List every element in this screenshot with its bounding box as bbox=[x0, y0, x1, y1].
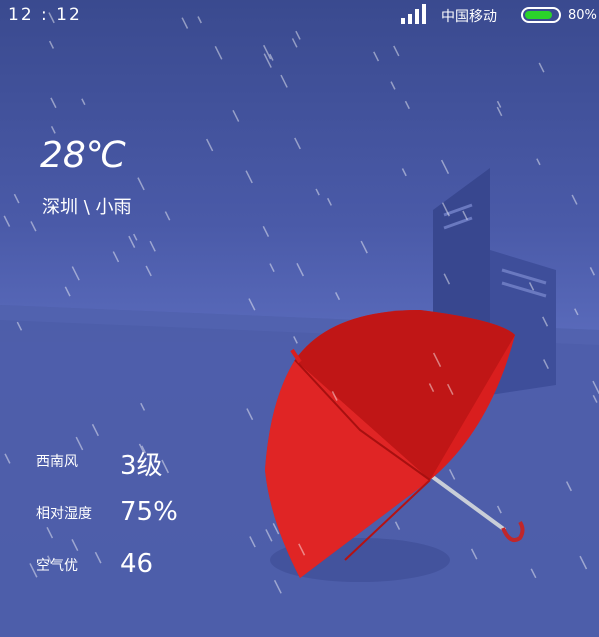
raindrop bbox=[149, 240, 156, 252]
raindrop bbox=[137, 177, 145, 191]
raindrop bbox=[574, 308, 579, 316]
weather-scene bbox=[0, 12, 599, 637]
raindrop bbox=[404, 100, 410, 110]
raindrop bbox=[164, 211, 171, 221]
raindrop bbox=[296, 262, 304, 277]
raindrop bbox=[291, 38, 298, 48]
raindrop bbox=[327, 197, 332, 206]
raindrop bbox=[401, 168, 407, 177]
raindrop bbox=[64, 286, 71, 297]
raindrop bbox=[536, 158, 541, 166]
raindrop bbox=[440, 159, 450, 175]
raindrop bbox=[133, 233, 138, 241]
air-quality-label: 空气优 bbox=[36, 558, 78, 574]
temperature: 28℃ bbox=[40, 135, 127, 176]
battery-percent: 80% bbox=[568, 8, 597, 23]
battery-icon bbox=[521, 7, 561, 23]
signal-icon bbox=[401, 4, 431, 24]
raindrop bbox=[335, 292, 341, 301]
status-bar: 12 : 12 中国移动 80% bbox=[0, 0, 599, 32]
raindrop bbox=[315, 188, 320, 196]
raindrop bbox=[496, 100, 502, 108]
wind-value: 3级 bbox=[120, 451, 163, 481]
raindrop bbox=[3, 215, 11, 227]
humidity-label: 相对湿度 bbox=[36, 506, 92, 522]
raindrop bbox=[50, 97, 57, 109]
raindrop bbox=[81, 98, 86, 106]
raindrop bbox=[589, 267, 595, 276]
raindrop bbox=[373, 51, 380, 62]
raindrop bbox=[30, 221, 37, 232]
raindrop bbox=[538, 62, 545, 73]
air-quality-value: 46 bbox=[120, 549, 154, 579]
raindrop bbox=[248, 298, 256, 311]
carrier-name: 中国移动 bbox=[441, 9, 497, 25]
raindrop bbox=[71, 266, 80, 281]
raindrop bbox=[50, 125, 56, 134]
raindrop bbox=[295, 30, 301, 40]
raindrop bbox=[13, 193, 20, 204]
location-condition: 深圳 \ 小雨 bbox=[42, 197, 132, 218]
raindrop bbox=[145, 265, 152, 277]
raindrop bbox=[263, 44, 272, 60]
raindrop bbox=[390, 81, 396, 90]
raindrop bbox=[294, 137, 301, 150]
raindrop bbox=[128, 235, 136, 248]
raindrop bbox=[262, 225, 270, 237]
wind-label: 西南风 bbox=[36, 454, 78, 470]
raindrop bbox=[280, 74, 288, 88]
raindrop bbox=[232, 110, 240, 122]
raindrop bbox=[205, 138, 214, 152]
clock-time: 12 : 12 bbox=[8, 5, 82, 25]
raindrop bbox=[112, 251, 120, 263]
raindrop bbox=[496, 106, 503, 117]
raindrop bbox=[214, 45, 223, 60]
raindrop bbox=[269, 263, 275, 273]
raindrop bbox=[393, 45, 400, 57]
raindrop bbox=[245, 170, 253, 184]
humidity-value: 75% bbox=[120, 497, 178, 527]
raindrop bbox=[571, 194, 578, 205]
raindrop bbox=[48, 40, 55, 49]
raindrop bbox=[360, 240, 368, 254]
